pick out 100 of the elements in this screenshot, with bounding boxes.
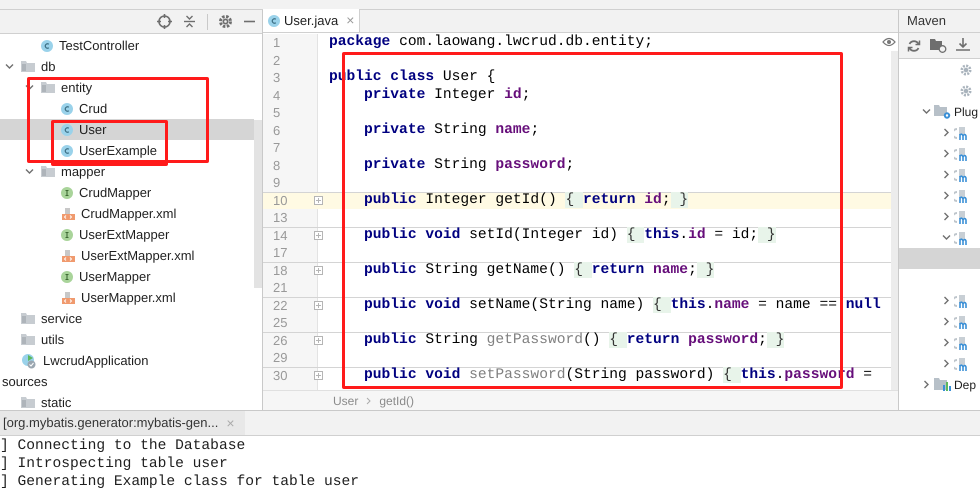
line-number: 5 xyxy=(272,104,282,122)
tree-item[interactable]: UserMapper xyxy=(0,266,254,287)
caret-icon[interactable] xyxy=(922,380,930,389)
code-line: public void setName(String name) { this.name = name == null xyxy=(363,297,881,314)
tree-item[interactable]: mapper xyxy=(0,161,254,182)
line-number: 21 xyxy=(272,279,288,297)
xml-file-icon xyxy=(61,206,75,220)
line-number: 3 xyxy=(272,69,282,87)
dependencies-icon xyxy=(934,377,951,392)
code-line: public String getName() { return name; } xyxy=(363,262,714,280)
line-number: 18 xyxy=(272,262,288,280)
console-line: ] Connecting to the Database xyxy=(0,437,246,455)
code-line: public String getPassword() { return password; } xyxy=(363,332,784,350)
code-line: package com.laowang.lwcrud.db.entity; xyxy=(328,34,654,52)
folder-icon xyxy=(21,61,35,72)
caret-icon[interactable] xyxy=(942,338,950,347)
line-number: 26 xyxy=(272,332,288,350)
settings-icon[interactable] xyxy=(218,14,233,29)
folder-icon xyxy=(21,313,35,324)
code-line: private String password; xyxy=(363,156,574,174)
tree-item[interactable]: utils xyxy=(0,329,254,350)
tree-item[interactable]: CrudMapper.xml xyxy=(0,203,254,224)
line-number: 17 xyxy=(272,244,288,262)
tree-item[interactable]: entity xyxy=(0,77,254,98)
line-number: 22 xyxy=(272,297,288,315)
folder-icon xyxy=(21,334,35,345)
code-line: private Integer id; xyxy=(363,86,530,104)
run-tab[interactable]: [org.mybatis.generator:mybatis-gen... × xyxy=(0,411,245,435)
caret-icon[interactable] xyxy=(942,212,950,221)
maven-item-label: Dep xyxy=(954,376,976,394)
code-line: public Integer getId() { return id; } xyxy=(363,192,688,210)
class-icon xyxy=(61,102,73,114)
tree-item[interactable]: LwcrudApplication xyxy=(0,350,254,371)
locate-icon[interactable] xyxy=(157,14,172,29)
folder-refresh-icon[interactable] xyxy=(930,38,947,53)
caret-icon[interactable] xyxy=(942,317,950,326)
line-number: 1 xyxy=(272,34,282,52)
line-number: 29 xyxy=(272,349,288,367)
eye-icon[interactable] xyxy=(882,37,896,47)
maven-tree-item[interactable]: Dep xyxy=(899,374,980,395)
gear-icon xyxy=(960,64,972,76)
class-icon xyxy=(61,144,73,156)
tree-item[interactable]: TestController xyxy=(0,35,254,56)
panel-title: Maven xyxy=(907,12,946,30)
tree-item[interactable]: CrudMapper xyxy=(0,182,254,203)
xml-file-icon xyxy=(61,248,75,262)
tree-item[interactable]: UserExtMapper.xml xyxy=(0,245,254,266)
line-number: 8 xyxy=(272,156,282,174)
interface-icon xyxy=(61,228,73,240)
caret-icon[interactable] xyxy=(942,170,950,179)
line-number: 10 xyxy=(272,192,288,210)
caret-icon[interactable] xyxy=(942,191,950,200)
application-icon xyxy=(21,352,37,368)
caret-icon[interactable] xyxy=(942,359,950,368)
caret-icon[interactable] xyxy=(24,83,34,92)
caret-icon[interactable] xyxy=(942,233,950,242)
code-line: public void setId(Integer id) { this.id = id; } xyxy=(363,227,776,244)
tree-item[interactable]: UserMapper.xml xyxy=(0,287,254,308)
maven-item-label: Plug xyxy=(954,104,978,120)
gear-icon xyxy=(960,84,972,96)
caret-icon[interactable] xyxy=(24,167,34,176)
folder-icon xyxy=(41,82,55,93)
caret-icon[interactable] xyxy=(942,296,950,305)
caret-icon[interactable] xyxy=(4,62,14,71)
editor-tab[interactable]: User.java × xyxy=(263,9,360,32)
chevron-icon xyxy=(366,396,372,404)
line-number: 25 xyxy=(272,314,288,332)
line-number: 14 xyxy=(272,227,288,245)
line-number: 4 xyxy=(272,86,282,104)
tree-item[interactable]: sources xyxy=(0,371,254,392)
caret-icon[interactable] xyxy=(942,149,950,158)
tree-item[interactable]: service xyxy=(0,308,254,329)
folder-icon xyxy=(41,166,55,177)
line-number: 6 xyxy=(272,122,282,140)
console-line: ] Generating Example class for table user xyxy=(0,473,360,491)
scrollbar-thumb[interactable] xyxy=(254,120,262,288)
line-number: 30 xyxy=(272,367,288,385)
collapse-all-icon[interactable] xyxy=(182,14,197,29)
code-line: private String name; xyxy=(363,122,540,139)
tree-item[interactable]: static xyxy=(0,392,254,410)
line-number: 7 xyxy=(272,139,282,157)
download-icon[interactable] xyxy=(956,38,972,53)
tree-item[interactable]: UserExtMapper xyxy=(0,224,254,245)
plugins-folder-icon xyxy=(934,104,951,119)
interface-icon xyxy=(61,186,73,198)
refresh-icon[interactable] xyxy=(907,38,921,52)
interface-icon xyxy=(61,270,73,282)
class-icon xyxy=(41,40,53,52)
caret-icon[interactable] xyxy=(922,107,930,116)
tree-item[interactable]: Crud xyxy=(0,98,254,119)
line-number: 13 xyxy=(272,209,288,227)
tree-item[interactable]: db xyxy=(0,56,254,77)
xml-file-icon xyxy=(61,290,75,304)
console-line: ] Introspecting table user xyxy=(0,455,229,473)
maven-tree-item[interactable]: Plug xyxy=(899,101,980,122)
folder-icon xyxy=(21,397,35,408)
tree-item[interactable]: UserExample xyxy=(0,140,254,161)
class-icon xyxy=(268,14,280,26)
scrollbar-track[interactable] xyxy=(891,51,898,390)
caret-icon[interactable] xyxy=(942,128,950,137)
